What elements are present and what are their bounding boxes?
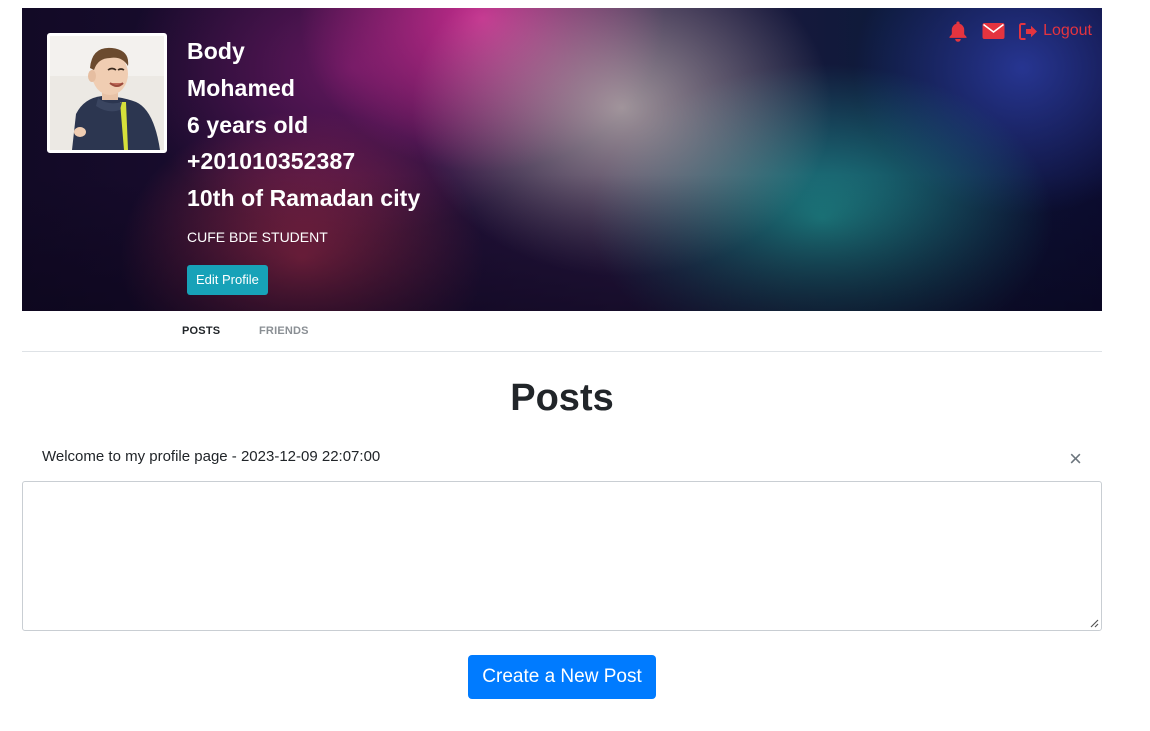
- post-text: Welcome to my profile page - 2023-12-09 …: [42, 448, 381, 465]
- tab-posts[interactable]: Posts: [182, 325, 220, 337]
- profile-tabs: Posts Friends: [22, 311, 1102, 352]
- profile-bio: CUFE BDE STUDENT: [187, 228, 328, 245]
- profile-page: Body Mohamed 6 years old +201010352387 1…: [0, 0, 1150, 731]
- profile-age: 6 years old: [187, 111, 309, 138]
- envelope-icon[interactable]: [982, 22, 1005, 40]
- profile-info: Body Mohamed 6 years old +201010352387 1…: [187, 33, 420, 295]
- profile-first-name: Body: [187, 38, 245, 64]
- new-post-input[interactable]: [22, 481, 1102, 631]
- sign-out-icon: [1019, 22, 1038, 40]
- profile-cover: Body Mohamed 6 years old +201010352387 1…: [22, 8, 1102, 311]
- logout-link[interactable]: Logout: [1019, 22, 1092, 40]
- avatar-photo: [50, 36, 164, 150]
- edit-profile-button[interactable]: Edit Profile: [187, 264, 268, 295]
- resize-handle-icon[interactable]: [1089, 618, 1099, 628]
- profile-last-name: Mohamed: [187, 74, 296, 101]
- tab-friends[interactable]: Friends: [259, 325, 309, 337]
- profile-phone: +201010352387: [187, 148, 356, 175]
- header-actions: Logout: [948, 20, 1092, 42]
- avatar: [47, 33, 167, 153]
- create-post-button[interactable]: Create a New Post: [468, 655, 656, 699]
- posts-heading: Posts: [510, 377, 614, 419]
- close-icon[interactable]: ×: [1069, 448, 1082, 470]
- logout-label: Logout: [1043, 22, 1092, 39]
- profile-city: 10th of Ramadan city: [187, 185, 421, 212]
- post-item: Welcome to my profile page - 2023-12-09 …: [22, 438, 1102, 481]
- bell-icon[interactable]: [948, 20, 968, 42]
